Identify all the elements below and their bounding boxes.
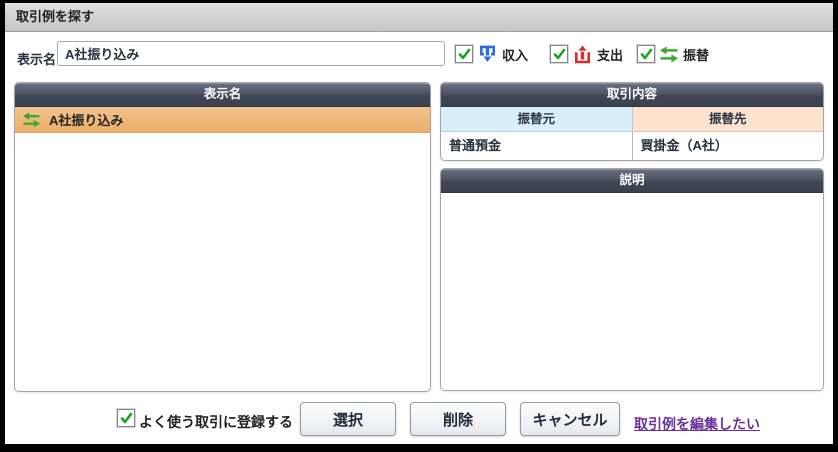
check-icon: [458, 48, 470, 59]
description-header: 説明: [441, 169, 823, 193]
results-panel: 表示名 A社振り込み: [14, 82, 431, 392]
transaction-panel: 取引内容 振替元 振替先 普通預金 買掛金（A社）: [440, 82, 824, 161]
income-filter: 収入: [455, 41, 528, 67]
expense-label: 支出: [597, 47, 624, 63]
transfer-from-value: 普通預金: [441, 132, 633, 160]
dialog-title: 取引例を探す: [16, 9, 95, 24]
description-body: [441, 193, 823, 389]
display-name-label: 表示名: [17, 52, 57, 67]
description-panel: 説明: [440, 168, 824, 391]
transfer-icon: [22, 111, 41, 128]
transfer-filter: 振替: [637, 41, 709, 67]
register-checkbox[interactable]: [117, 409, 135, 427]
dialog-frame: 取引例を探す 表示名 収入: [0, 0, 838, 452]
expense-checkbox[interactable]: [550, 45, 568, 63]
transfer-icon: [659, 45, 679, 63]
cancel-button[interactable]: キャンセル: [520, 402, 620, 436]
transfer-to-value: 買掛金（A社）: [640, 138, 728, 153]
edit-examples-link[interactable]: 取引例を編集したい: [634, 414, 760, 434]
transfer-from-header: 振替元: [441, 107, 632, 132]
display-name-input[interactable]: [57, 41, 445, 66]
transfer-to-header: 振替先: [631, 107, 823, 132]
income-label: 収入: [502, 47, 529, 63]
check-icon: [553, 48, 565, 59]
list-item[interactable]: A社振り込み: [15, 107, 430, 133]
income-checkbox[interactable]: [455, 45, 473, 63]
transfer-label: 振替: [683, 47, 710, 63]
register-label: よく使う取引に登録する: [139, 414, 293, 430]
find-transaction-dialog: 取引例を探す 表示名 収入: [5, 3, 833, 444]
check-icon: [640, 48, 652, 59]
transfer-header-row: 振替元 振替先: [441, 107, 823, 132]
expense-filter: 支出: [550, 41, 623, 67]
results-header: 表示名: [15, 83, 430, 107]
transfer-checkbox[interactable]: [637, 45, 655, 63]
income-icon: [477, 43, 498, 65]
select-button[interactable]: 選択: [300, 402, 396, 436]
list-item-label: A社振り込み: [49, 113, 124, 128]
delete-button[interactable]: 削除: [410, 402, 506, 436]
expense-icon: [572, 43, 593, 65]
transaction-header: 取引内容: [441, 83, 823, 107]
check-icon: [120, 412, 132, 423]
transfer-value-row: 普通預金 買掛金（A社）: [441, 132, 823, 160]
title-bar: 取引例を探す: [5, 3, 833, 32]
